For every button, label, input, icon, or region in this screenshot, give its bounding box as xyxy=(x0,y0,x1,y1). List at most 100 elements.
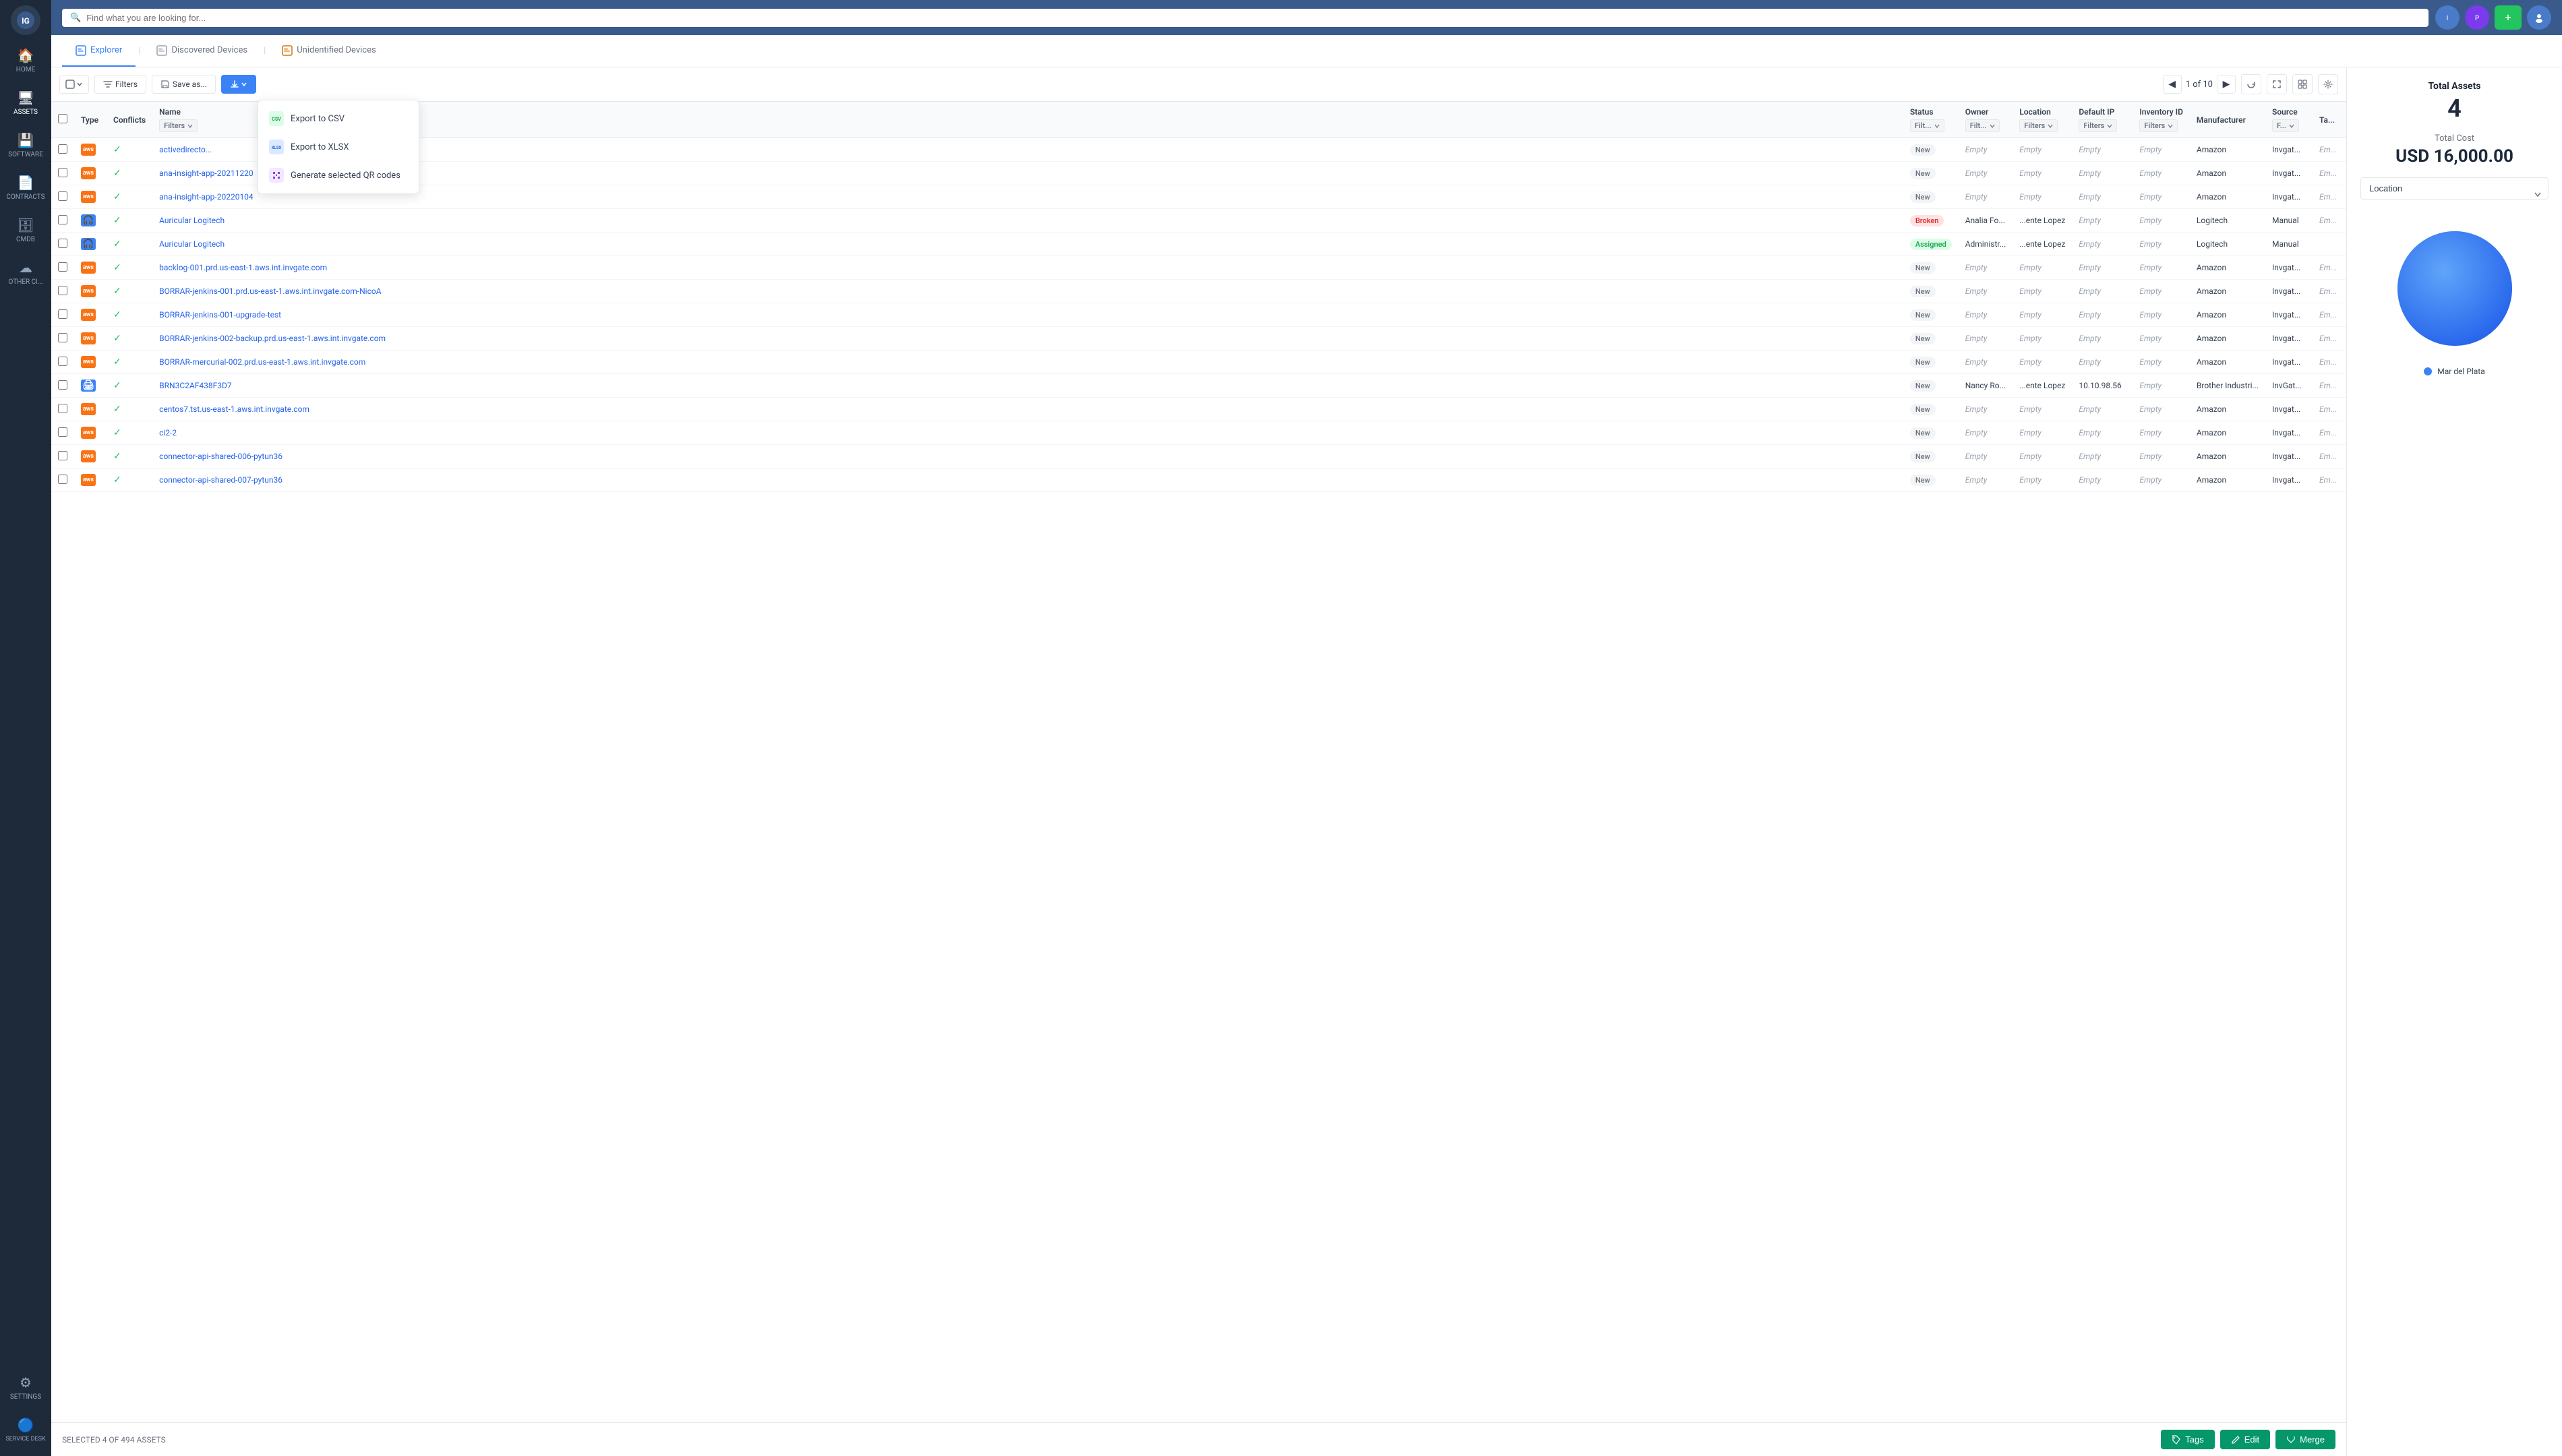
asset-link[interactable]: BRN3C2AF438F3D7 xyxy=(159,381,231,390)
status-badge: New xyxy=(1910,404,1936,415)
row-name[interactable]: ci2-2 xyxy=(152,421,1890,445)
row-checkbox[interactable] xyxy=(58,286,67,295)
name-filter[interactable]: Filters xyxy=(159,119,198,132)
search-box[interactable]: 🔍 xyxy=(62,9,2429,27)
asset-link[interactable]: Auricular Logitech xyxy=(159,216,225,225)
page-next-button[interactable]: ▶ xyxy=(2217,75,2236,94)
row-checkbox[interactable] xyxy=(58,191,67,201)
row-checkbox[interactable] xyxy=(58,427,67,437)
user-icon[interactable] xyxy=(2527,5,2551,30)
tab-discovered[interactable]: Discovered Devices xyxy=(143,36,261,67)
row-ip: Empty xyxy=(2072,468,2133,492)
svg-text:P: P xyxy=(2475,15,2479,22)
sidebar-item-contracts[interactable]: 📄 CONTRACTS xyxy=(0,168,51,208)
row-name[interactable]: BRN3C2AF438F3D7 xyxy=(152,374,1890,398)
export-csv-item[interactable]: CSV Export to CSV xyxy=(258,104,419,133)
row-checkbox[interactable] xyxy=(58,357,67,366)
notification-icon[interactable]: i xyxy=(2435,5,2460,30)
sidebar-item-software[interactable]: 💾 SOFTWARE xyxy=(0,125,51,165)
page-prev-button[interactable]: ◀ xyxy=(2163,75,2182,94)
table-row: aws✓connector-api-shared-007-pytun36NewE… xyxy=(51,468,2346,492)
merge-button[interactable]: Merge xyxy=(2275,1430,2335,1449)
row-name[interactable]: Auricular Logitech xyxy=(152,233,1890,256)
tab-unidentified[interactable]: Unidentified Devices xyxy=(268,36,389,67)
row-name[interactable]: connector-api-shared-006-pytun36 xyxy=(152,445,1890,468)
grid-view-button[interactable] xyxy=(2292,74,2313,94)
sidebar-item-other[interactable]: ☁ OTHER Cl... xyxy=(0,253,51,293)
ip-filter[interactable]: Filters xyxy=(2079,119,2117,132)
row-checkbox[interactable] xyxy=(58,309,67,319)
row-checkbox[interactable] xyxy=(58,475,67,484)
location-filter[interactable]: Filters xyxy=(2019,119,2058,132)
row-name[interactable]: connector-api-shared-007-pytun36 xyxy=(152,468,1890,492)
select-button[interactable] xyxy=(59,75,89,94)
row-name[interactable]: centos7.tst.us-east-1.aws.int.invgate.co… xyxy=(152,398,1890,421)
asset-link[interactable]: connector-api-shared-007-pytun36 xyxy=(159,475,282,485)
asset-link[interactable]: centos7.tst.us-east-1.aws.int.invgate.co… xyxy=(159,404,309,414)
row-name[interactable]: BORRAR-jenkins-001.prd.us-east-1.aws.int… xyxy=(152,280,1890,303)
tab-explorer[interactable]: Explorer xyxy=(62,36,136,67)
qr-codes-item[interactable]: Generate selected QR codes xyxy=(258,161,419,189)
row-ip: Empty xyxy=(2072,351,2133,374)
status-filter[interactable]: Filt... xyxy=(1910,119,1944,132)
asset-link[interactable]: Auricular Logitech xyxy=(159,239,225,249)
asset-link[interactable]: BORRAR-jenkins-001.prd.us-east-1.aws.int… xyxy=(159,286,381,296)
sidebar-item-cmdb[interactable]: 🗄 CMDB xyxy=(0,210,51,250)
row-name[interactable]: Auricular Logitech xyxy=(152,209,1890,233)
asset-link[interactable]: backlog-001.prd.us-east-1.aws.int.invgat… xyxy=(159,263,327,272)
row-checkbox[interactable] xyxy=(58,215,67,224)
row-checkbox[interactable] xyxy=(58,239,67,248)
asset-link[interactable]: BORRAR-jenkins-002-backup.prd.us-east-1.… xyxy=(159,334,386,343)
row-status: New xyxy=(1903,445,1959,468)
sidebar-item-service-desk[interactable]: 🔵 SERVICE DESK xyxy=(0,1410,51,1449)
add-icon[interactable]: + xyxy=(2495,5,2522,30)
save-as-button[interactable]: Save as... xyxy=(152,75,216,94)
asset-link[interactable]: connector-api-shared-006-pytun36 xyxy=(159,452,282,461)
select-all-checkbox[interactable] xyxy=(58,114,67,123)
row-status: Broken xyxy=(1903,209,1959,233)
settings-button[interactable] xyxy=(2318,74,2338,94)
row-name[interactable]: BORRAR-jenkins-001-upgrade-test xyxy=(152,303,1890,327)
total-assets-value: 4 xyxy=(2360,94,2549,123)
row-name[interactable]: BORRAR-mercurial-002.prd.us-east-1.aws.i… xyxy=(152,351,1890,374)
row-checkbox[interactable] xyxy=(58,168,67,177)
chart-filter-select[interactable]: Location xyxy=(2360,177,2549,200)
sidebar-item-home[interactable]: 🏠 HOME xyxy=(0,40,51,80)
purple-icon[interactable]: P xyxy=(2465,5,2489,30)
tags-button[interactable]: Tags xyxy=(2161,1430,2214,1449)
owner-filter[interactable]: Filt... xyxy=(1965,119,2000,132)
row-checkbox[interactable] xyxy=(58,333,67,342)
row-type: 🎧 xyxy=(74,209,107,233)
asset-link[interactable]: ana-insight-app-20220104 xyxy=(159,192,254,202)
row-checkbox[interactable] xyxy=(58,144,67,154)
row-checkbox[interactable] xyxy=(58,262,67,272)
row-name[interactable]: BORRAR-jenkins-002-backup.prd.us-east-1.… xyxy=(152,327,1890,351)
download-button[interactable] xyxy=(221,75,256,94)
row-location: Empty xyxy=(2013,421,2072,445)
asset-link[interactable]: BORRAR-jenkins-001-upgrade-test xyxy=(159,310,281,320)
filters-button[interactable]: Filters xyxy=(94,75,146,94)
sidebar-item-assets[interactable]: 🖥 ASSETS xyxy=(0,83,51,123)
row-conflicts: ✓ xyxy=(107,138,152,162)
export-xlsx-item[interactable]: XLSX Export to XLSX xyxy=(258,133,419,161)
row-ip: Empty xyxy=(2072,209,2133,233)
row-checkbox[interactable] xyxy=(58,451,67,460)
row-type: aws xyxy=(74,162,107,185)
refresh-button[interactable] xyxy=(2241,74,2261,94)
row-checkbox[interactable] xyxy=(58,380,67,390)
asset-link[interactable]: ana-insight-app-20211220 xyxy=(159,169,254,178)
sidebar-item-settings[interactable]: ⚙ SETTINGS xyxy=(0,1368,51,1407)
row-name[interactable]: backlog-001.prd.us-east-1.aws.int.invgat… xyxy=(152,256,1890,280)
source-filter[interactable]: F... xyxy=(2272,119,2299,132)
asset-link[interactable]: ci2-2 xyxy=(159,428,177,437)
row-checkbox[interactable] xyxy=(58,404,67,413)
asset-link[interactable]: BORRAR-mercurial-002.prd.us-east-1.aws.i… xyxy=(159,357,365,367)
row-type: aws xyxy=(74,351,107,374)
row-location: Empty xyxy=(2013,398,2072,421)
fullscreen-button[interactable] xyxy=(2267,74,2287,94)
status-badge: New xyxy=(1910,380,1936,392)
edit-button[interactable]: Edit xyxy=(2220,1430,2270,1449)
asset-link[interactable]: activedirecto... xyxy=(159,145,212,154)
search-input[interactable] xyxy=(86,13,2420,23)
inv-filter[interactable]: Filters xyxy=(2139,119,2178,132)
